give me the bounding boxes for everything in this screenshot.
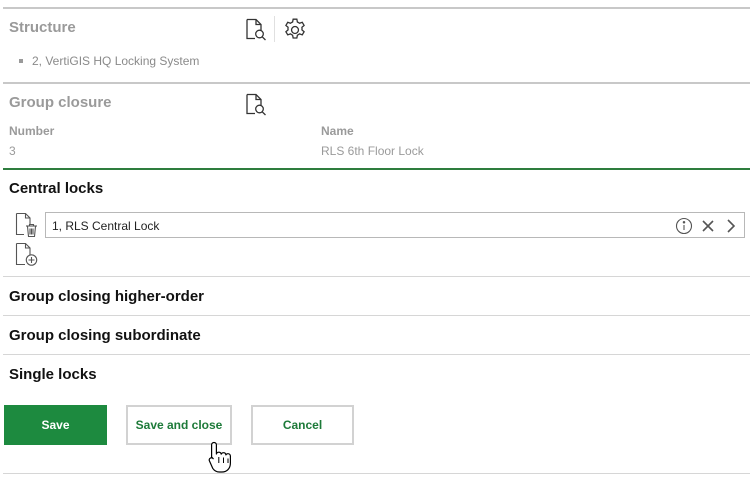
top-divider [3, 7, 750, 9]
structure-title: Structure [9, 19, 76, 36]
info-icon[interactable] [675, 217, 693, 240]
chevron-right-icon[interactable] [724, 218, 738, 239]
divider [3, 354, 750, 355]
number-value: 3 [9, 144, 16, 158]
central-lock-value: 1, RLS Central Lock [52, 219, 160, 233]
save-button[interactable]: Save [4, 405, 107, 445]
group-closing-subordinate-header[interactable]: Group closing subordinate [9, 327, 201, 344]
central-locks-title: Central locks [9, 180, 104, 197]
divider [3, 276, 750, 277]
group-closure-title: Group closure [9, 94, 112, 111]
clear-icon[interactable] [700, 218, 716, 239]
search-document-icon[interactable] [244, 93, 268, 122]
group-closing-higher-order-header[interactable]: Group closing higher-order [9, 288, 204, 305]
structure-item: 2, VertiGIS HQ Locking System [32, 54, 200, 68]
number-label: Number [9, 124, 55, 138]
add-document-icon[interactable] [14, 242, 40, 273]
cancel-button[interactable]: Cancel [251, 405, 354, 445]
divider [3, 315, 750, 316]
name-label: Name [321, 124, 354, 138]
structure-divider [3, 82, 750, 84]
gear-icon[interactable] [282, 17, 308, 48]
single-locks-header[interactable]: Single locks [9, 366, 97, 383]
central-lock-lookup-field[interactable]: 1, RLS Central Lock [45, 212, 745, 238]
search-document-icon[interactable] [244, 18, 268, 47]
name-value: RLS 6th Floor Lock [321, 144, 424, 158]
structure-bullet [19, 59, 23, 63]
toolbar-separator [274, 16, 275, 42]
active-section-divider [3, 168, 750, 170]
save-and-close-button[interactable]: Save and close [126, 405, 232, 445]
bottom-divider [3, 473, 750, 474]
delete-document-icon[interactable] [14, 212, 40, 243]
